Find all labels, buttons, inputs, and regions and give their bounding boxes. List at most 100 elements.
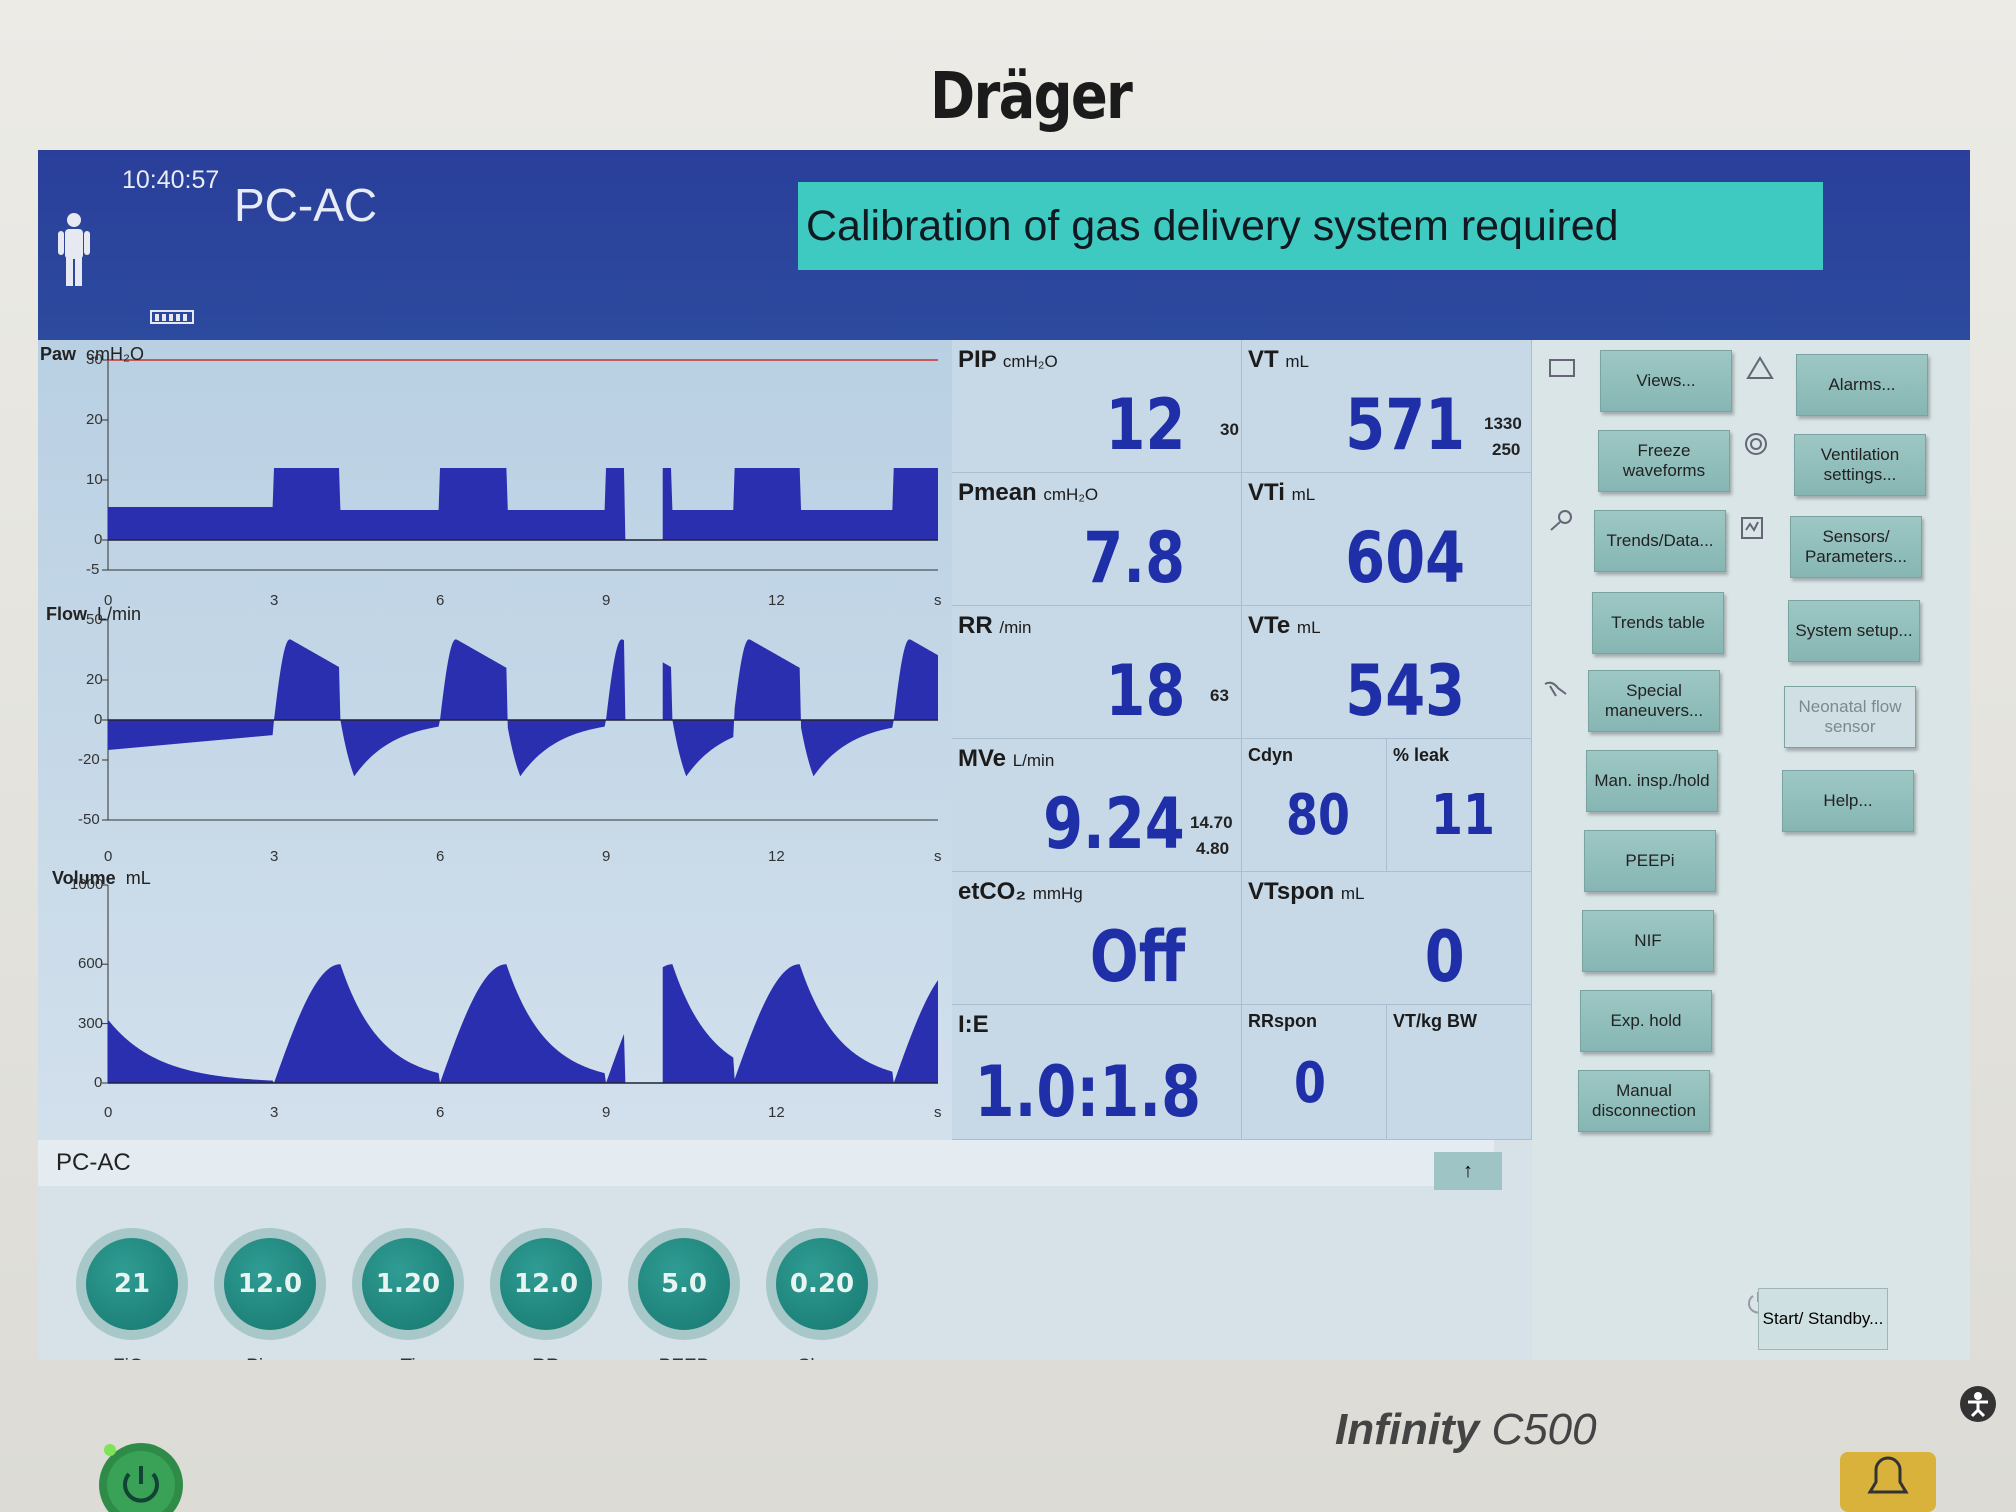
leak-cell[interactable]: % leak 11 [1387, 739, 1532, 872]
setting-knob[interactable]: 21 [76, 1228, 188, 1340]
pip-value: 12 [1105, 384, 1185, 466]
volume-waveform [102, 884, 938, 1084]
alarms-button[interactable]: Alarms... [1796, 354, 1928, 416]
nif-button[interactable]: NIF [1582, 910, 1714, 972]
vol-panel-trace [108, 964, 938, 1083]
trends-table-button[interactable]: Trends table [1592, 592, 1724, 654]
volume-x-tick-label: 3 [270, 1104, 279, 1121]
flow-x-tick-label: 3 [270, 848, 279, 865]
neonatal-flow-sensor-button[interactable]: Neonatal flow sensor [1784, 686, 1916, 748]
alarm-triangle-icon [1746, 356, 1774, 379]
rr-cell[interactable]: RR /min 18 63 [952, 606, 1242, 739]
ventilation-settings-icon [1745, 433, 1767, 455]
volume-x-tick-label: 6 [436, 1104, 445, 1121]
pmean-cell[interactable]: Pmean cmH₂O 7.8 [952, 473, 1242, 606]
views-button[interactable]: Views... [1600, 350, 1732, 412]
vti-cell[interactable]: VTi mL 604 [1242, 473, 1532, 606]
measured-values-panel: PIP cmH₂O 12 30 VT mL 571 1330 250 Pmean… [952, 340, 1532, 1140]
mve-cell[interactable]: MVe L/min 9.24 14.70 4.80 [952, 739, 1242, 872]
setting-knob[interactable]: 12.0 [214, 1228, 326, 1340]
clock: 10:40:57 [122, 166, 220, 194]
vt-limit-high: 1330 [1484, 414, 1522, 433]
setting-knob[interactable]: 5.0 [628, 1228, 740, 1340]
setting-label: PEEP [628, 1356, 740, 1360]
manual-disconnection-button[interactable]: Manual disconnection [1578, 1070, 1710, 1132]
start-standby-button[interactable]: Start/ Standby... [1758, 1288, 1888, 1350]
model-name: Infinity C500 [1335, 1405, 1597, 1454]
flow-x-tick-label: 0 [104, 848, 113, 865]
help-button[interactable]: Help... [1782, 770, 1914, 832]
hand-icon [1544, 681, 1567, 697]
expiratory-hold-button[interactable]: Exp. hold [1580, 990, 1712, 1052]
rrspon-value: 0 [1294, 1051, 1326, 1116]
paw-y-tick-label: 0 [94, 531, 103, 548]
expand-arrow-icon[interactable]: ↑ [1434, 1152, 1502, 1190]
flow-x-tick-label: s [934, 848, 942, 865]
cdyn-value: 80 [1286, 783, 1350, 848]
system-setup-button[interactable]: System setup... [1788, 600, 1920, 662]
volume-x-tick-label: s [934, 1104, 942, 1121]
vtspon-cell[interactable]: VTspon mL 0 [1242, 872, 1532, 1005]
sensors-parameters-button[interactable]: Sensors/ Parameters... [1790, 516, 1922, 578]
vt-value: 571 [1345, 384, 1465, 466]
pip-cell[interactable]: PIP cmH₂O 12 30 [952, 340, 1242, 473]
volume-x-tick-label: 0 [104, 1104, 113, 1121]
trends-search-icon [1550, 510, 1572, 531]
battery-icon [150, 310, 194, 324]
flow-waveform [102, 619, 938, 821]
setting-value: 21 [86, 1238, 178, 1330]
freeze-waveforms-button[interactable]: Freeze waveforms [1598, 430, 1730, 492]
peepi-button[interactable]: PEEPi [1584, 830, 1716, 892]
right-menu: Views... Freeze waveforms Trends/Data...… [1532, 340, 1970, 1360]
setting-label: Ti [352, 1356, 464, 1360]
setting-knob[interactable]: 12.0 [490, 1228, 602, 1340]
mode-bar[interactable]: PC-AC [38, 1140, 1494, 1186]
flow-x-tick-label: 12 [768, 848, 785, 865]
flow-y-tick-label: -20 [78, 751, 100, 768]
vte-value: 543 [1345, 650, 1465, 732]
flow-y-tick-label: 20 [86, 671, 103, 688]
vt-limit-low: 250 [1492, 440, 1521, 459]
patient-adult-icon[interactable] [54, 210, 94, 290]
setting-knob[interactable]: 0.20 [766, 1228, 878, 1340]
alarm-message[interactable]: Calibration of gas delivery system requi… [798, 182, 1823, 270]
setting-knob[interactable]: 1.20 [352, 1228, 464, 1340]
volume-y-tick-label: 0 [94, 1074, 103, 1091]
vte-cell[interactable]: VTe mL 543 [1242, 606, 1532, 739]
views-icon [1549, 359, 1575, 377]
paw-waveform [102, 359, 938, 571]
accessibility-icon [1960, 1386, 1996, 1422]
pmean-value: 7.8 [1083, 517, 1185, 599]
etco2-cell[interactable]: etCO₂ mmHg Off [952, 872, 1242, 1005]
setting-value: 1.20 [362, 1238, 454, 1330]
manual-inspiration-hold-button[interactable]: Man. insp./hold [1586, 750, 1718, 812]
header-bar: 10:40:57 PC-AC Calibration of gas delive… [38, 150, 1970, 340]
volume-x-tick-label: 12 [768, 1104, 785, 1121]
waveform-canvas [102, 359, 938, 1084]
waveform-area: Paw cmH₂O Flow L/min Volume mL 30 20 10 0 -5… [38, 340, 952, 1140]
volume-y-tick-label: 300 [78, 1014, 104, 1032]
vt-cell[interactable]: VT mL 571 1330 250 [1242, 340, 1532, 473]
mve-value: 9.24 [1043, 783, 1185, 865]
vtkg-cell[interactable]: VT/kg BW [1387, 1005, 1532, 1140]
flow-x-tick-label: 9 [602, 848, 611, 865]
rrspon-cell[interactable]: RRspon 0 [1242, 1005, 1387, 1140]
vtspon-value: 0 [1425, 916, 1465, 998]
flow-x-tick-label: 6 [436, 848, 445, 865]
special-maneuvers-button[interactable]: Special maneuvers... [1588, 670, 1720, 732]
cdyn-cell[interactable]: Cdyn 80 [1242, 739, 1387, 872]
pip-limit: 30 [1220, 420, 1239, 439]
paw-y-tick-label: 10 [86, 471, 103, 488]
etco2-value: Off [1089, 916, 1185, 998]
paw-x-tick-label: 3 [270, 592, 279, 609]
alarm-silence-icon[interactable] [1840, 1452, 1936, 1512]
flow-panel-trace [108, 639, 938, 777]
vti-value: 604 [1345, 517, 1465, 599]
rr-limit: 63 [1210, 686, 1229, 705]
setting-label: Slope [766, 1356, 878, 1360]
power-button-icon[interactable] [96, 1440, 186, 1512]
ie-cell[interactable]: I:E 1.0:1.8 [952, 1005, 1242, 1140]
ventilation-mode: PC-AC [234, 179, 378, 231]
trends-data-button[interactable]: Trends/Data... [1594, 510, 1726, 572]
ventilation-settings-button[interactable]: Ventilation settings... [1794, 434, 1926, 496]
